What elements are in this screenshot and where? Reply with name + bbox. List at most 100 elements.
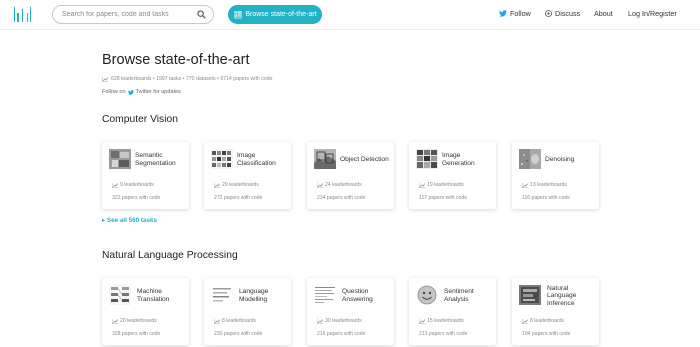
chart-icon	[112, 318, 118, 324]
chart-icon: 📈︎	[233, 11, 243, 19]
leaderboards-count: 13 leaderboards	[522, 182, 567, 188]
qa-thumbnail	[314, 285, 336, 305]
search-box[interactable]	[52, 5, 214, 24]
leaderboards-label: 30 leaderboards	[325, 318, 362, 324]
stats-line: 628 leaderboards • 1997 tasks • 770 data…	[102, 76, 272, 82]
task-card-denoising[interactable]: Denoising 13 leaderboards 116 papers wit…	[512, 142, 599, 209]
task-card-image-generation[interactable]: Image Generation 19 leaderboards 117 pap…	[409, 142, 496, 209]
browse-sota-button[interactable]: 📈︎ Browse state-of-the-art	[228, 5, 322, 24]
task-name: Denoising	[545, 156, 575, 164]
task-name: Language Modelling	[239, 288, 269, 303]
task-card-object-detection[interactable]: Object Detection 24 leaderboards 234 pap…	[307, 142, 394, 209]
page-title: Browse state-of-the-art	[102, 52, 250, 68]
denoising-thumbnail	[519, 149, 541, 169]
chart-icon	[102, 76, 108, 82]
stats-text: 628 leaderboards • 1997 tasks • 770 data…	[111, 76, 273, 82]
discuss-label: Discuss	[555, 9, 581, 18]
task-name: Image Generation	[442, 152, 475, 167]
papers-with-code-count: 234 papers with code	[317, 195, 366, 201]
leaderboards-label: 8 leaderboards	[222, 318, 256, 324]
leaderboards-count: 8 leaderboards	[522, 318, 564, 324]
task-name: Object Detection	[340, 156, 389, 164]
task-name: Sentiment Analysis	[444, 288, 474, 303]
navbar: 📈︎ Browse state-of-the-art Follow Discus…	[0, 0, 700, 30]
chart-icon	[317, 182, 323, 188]
nli-thumbnail	[519, 285, 541, 305]
chart-icon	[419, 182, 425, 188]
twitter-icon	[499, 10, 507, 17]
see-all-label: See all 560 tasks	[106, 217, 157, 224]
about-link[interactable]: About	[594, 9, 613, 18]
about-label: About	[594, 9, 613, 18]
arrow-right-icon: ▸	[102, 217, 106, 224]
sentiment-thumbnail	[417, 285, 437, 305]
leaderboards-label: 9 leaderboards	[120, 182, 154, 188]
task-card-semantic-segmentation[interactable]: Semantic Segmentation 9 leaderboards 322…	[102, 142, 189, 209]
leaderboards-label: 29 leaderboards	[222, 182, 259, 188]
leaderboards-count: 29 leaderboards	[214, 182, 259, 188]
leaderboards-count: 9 leaderboards	[112, 182, 154, 188]
papers-with-code-count: 272 papers with code	[214, 195, 263, 201]
task-name: Image Classification	[237, 152, 276, 167]
follow-on-prefix: Follow on	[102, 89, 126, 95]
papers-with-code-count: 116 papers with code	[522, 195, 571, 201]
papers-with-code-count: 213 papers with code	[419, 331, 468, 337]
papers-with-code-count: 117 papers with code	[419, 195, 468, 201]
task-card-natural-language-inference[interactable]: Natural Language Inference 8 leaderboard…	[512, 278, 599, 345]
generation-thumbnail	[416, 149, 438, 169]
discuss-link[interactable]: Discuss	[545, 9, 580, 18]
task-card-language-modelling[interactable]: Language Modelling 8 leaderboards 230 pa…	[204, 278, 291, 345]
task-card-sentiment-analysis[interactable]: Sentiment Analysis 15 leaderboards 213 p…	[409, 278, 496, 345]
task-name: Natural Language Inference	[547, 284, 577, 307]
leaderboards-label: 24 leaderboards	[325, 182, 362, 188]
leaderboards-count: 15 leaderboards	[419, 318, 464, 324]
section-title-computer-vision: Computer Vision	[102, 114, 178, 125]
chart-icon	[112, 182, 118, 188]
task-card-image-classification[interactable]: Image Classification 29 leaderboards 272…	[204, 142, 291, 209]
twitter-icon	[127, 89, 134, 95]
follow-link[interactable]: Follow	[499, 9, 531, 18]
task-name: Question Answering	[342, 288, 373, 303]
follow-on-twitter: Follow on Twitter for updates	[102, 89, 181, 95]
discuss-icon	[545, 10, 552, 17]
classification-thumbnail	[211, 149, 233, 169]
papers-with-code-count: 230 papers with code	[214, 331, 263, 337]
leaderboards-label: 8 leaderboards	[530, 318, 564, 324]
see-all-tasks-link[interactable]: ▸ See all 560 tasks	[102, 217, 157, 224]
papers-with-code-count: 104 papers with code	[522, 331, 571, 337]
leaderboards-count: 30 leaderboards	[317, 318, 362, 324]
leaderboards-label: 20 leaderboards	[120, 318, 157, 324]
twitter-updates-link[interactable]: Twitter for updates	[136, 89, 181, 95]
browse-sota-label: Browse state-of-the-art	[245, 11, 317, 18]
chart-icon	[317, 318, 323, 324]
task-card-machine-translation[interactable]: Machine Translation 20 leaderboards 328 …	[102, 278, 189, 345]
search-input[interactable]	[62, 8, 192, 21]
chart-icon	[419, 318, 425, 324]
papers-with-code-count: 328 papers with code	[112, 331, 161, 337]
segmentation-thumbnail	[109, 149, 131, 169]
chart-icon	[214, 318, 220, 324]
translation-thumbnail	[109, 285, 131, 305]
leaderboards-label: 13 leaderboards	[530, 182, 567, 188]
login-register-label: Log In/Register	[628, 9, 677, 18]
logo-icon[interactable]	[14, 7, 31, 22]
chart-icon	[214, 182, 220, 188]
chart-icon	[522, 182, 528, 188]
chart-icon	[522, 318, 528, 324]
follow-label: Follow	[510, 9, 531, 18]
leaderboards-count: 20 leaderboards	[112, 318, 157, 324]
leaderboards-label: 15 leaderboards	[427, 318, 464, 324]
detection-thumbnail	[314, 149, 336, 169]
language-modelling-thumbnail	[211, 285, 233, 305]
leaderboards-count: 19 leaderboards	[419, 182, 464, 188]
task-name: Semantic Segmentation	[135, 152, 176, 167]
section-title-nlp: Natural Language Processing	[102, 250, 238, 261]
leaderboards-count: 8 leaderboards	[214, 318, 256, 324]
leaderboards-label: 19 leaderboards	[427, 182, 464, 188]
task-card-question-answering[interactable]: Question Answering 30 leaderboards 216 p…	[307, 278, 394, 345]
papers-with-code-count: 322 papers with code	[112, 195, 161, 201]
task-name: Machine Translation	[137, 288, 170, 303]
search-icon[interactable]	[197, 10, 206, 19]
papers-with-code-count: 216 papers with code	[317, 331, 366, 337]
login-register-link[interactable]: Log In/Register	[628, 9, 677, 18]
